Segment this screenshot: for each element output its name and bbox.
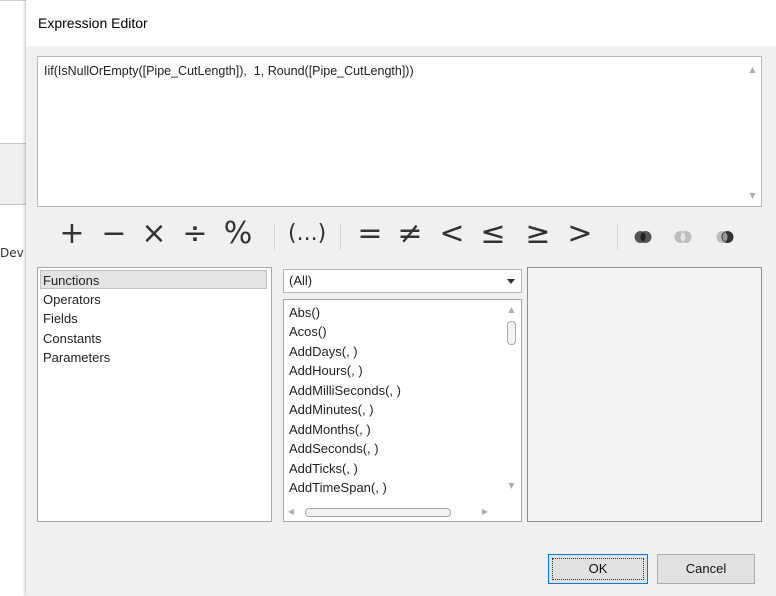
expression-text[interactable]: Iif(IsNullOrEmpty([Pipe_CutLength]), 1, … <box>44 64 414 78</box>
dialog-titlebar: Expression Editor <box>26 0 776 46</box>
toolbar-separator <box>274 224 275 250</box>
function-list-hscrollbar[interactable]: ◀ ▶ <box>285 505 495 520</box>
operator-toolbar: + − × ÷ % (...) = ≠ < ≤ ≥ > <box>26 212 776 262</box>
scroll-thumb[interactable] <box>507 321 516 345</box>
not-equals-button[interactable]: ≠ <box>394 216 426 252</box>
focus-rect <box>552 558 644 580</box>
greater-or-equal-button[interactable]: ≥ <box>522 216 554 252</box>
category-item-parameters[interactable]: Parameters <box>41 348 110 367</box>
list-item[interactable]: AddSeconds(, ) <box>289 439 379 459</box>
toolbar-separator <box>617 224 618 250</box>
category-list[interactable]: Functions Operators Fields Constants Par… <box>37 267 272 522</box>
category-item-functions[interactable]: Functions <box>40 270 267 289</box>
expression-scrollbar[interactable]: ▲ ▼ <box>744 57 761 206</box>
multiply-button[interactable]: × <box>138 216 170 252</box>
list-item[interactable]: AddMinutes(, ) <box>289 400 374 420</box>
or-icon[interactable] <box>674 228 692 246</box>
equals-button[interactable]: = <box>354 216 386 252</box>
scroll-right-icon[interactable]: ▶ <box>479 507 491 516</box>
list-item[interactable]: AddTimeSpan(, ) <box>289 478 387 498</box>
and-icon[interactable] <box>634 228 652 246</box>
less-than-button[interactable]: < <box>436 216 468 252</box>
background-label: Dev <box>0 246 24 260</box>
not-icon[interactable] <box>716 228 734 246</box>
function-filter-dropdown[interactable]: (All) <box>283 269 522 293</box>
function-list-vscrollbar[interactable]: ▲ ▼ <box>503 301 520 499</box>
list-item[interactable]: Abs() <box>289 303 320 323</box>
category-item-operators[interactable]: Operators <box>41 290 101 309</box>
list-item[interactable]: AddMonths(, ) <box>289 420 371 440</box>
ok-button[interactable]: OK <box>548 554 648 584</box>
expression-editor-dialog: Expression Editor Iif(IsNullOrEmpty([Pip… <box>26 0 776 596</box>
scroll-thumb[interactable] <box>305 508 451 517</box>
parentheses-button[interactable]: (...) <box>288 216 326 252</box>
plus-button[interactable]: + <box>56 216 88 252</box>
greater-than-button[interactable]: > <box>564 216 596 252</box>
category-item-constants[interactable]: Constants <box>41 329 102 348</box>
filter-value: (All) <box>289 273 313 288</box>
description-panel <box>527 267 762 522</box>
function-list[interactable]: Abs() Acos() AddDays(, ) AddHours(, ) Ad… <box>283 299 522 522</box>
list-item[interactable]: AddHours(, ) <box>289 361 363 381</box>
less-or-equal-button[interactable]: ≤ <box>477 216 509 252</box>
minus-button[interactable]: − <box>98 216 130 252</box>
category-item-fields[interactable]: Fields <box>41 309 78 328</box>
dialog-title: Expression Editor <box>38 15 148 31</box>
chevron-down-icon[interactable] <box>507 279 515 284</box>
toolbar-separator <box>340 224 341 250</box>
list-item[interactable]: AddMilliSeconds(, ) <box>289 381 401 401</box>
cancel-label: Cancel <box>685 561 727 576</box>
scroll-down-icon[interactable]: ▼ <box>744 191 761 200</box>
scroll-left-icon[interactable]: ◀ <box>285 507 297 516</box>
list-item[interactable]: Acos() <box>289 322 327 342</box>
background-panel <box>0 143 28 205</box>
scroll-down-icon[interactable]: ▼ <box>503 481 520 490</box>
expression-input[interactable]: Iif(IsNullOrEmpty([Pipe_CutLength]), 1, … <box>37 56 762 207</box>
cancel-button[interactable]: Cancel <box>657 554 755 584</box>
scroll-up-icon[interactable]: ▲ <box>503 305 520 314</box>
list-item[interactable]: AddDays(, ) <box>289 342 358 362</box>
list-item[interactable]: AddTicks(, ) <box>289 459 358 479</box>
scroll-up-icon[interactable]: ▲ <box>744 65 761 74</box>
modulo-button[interactable]: % <box>222 216 254 252</box>
divide-button[interactable]: ÷ <box>179 216 211 252</box>
